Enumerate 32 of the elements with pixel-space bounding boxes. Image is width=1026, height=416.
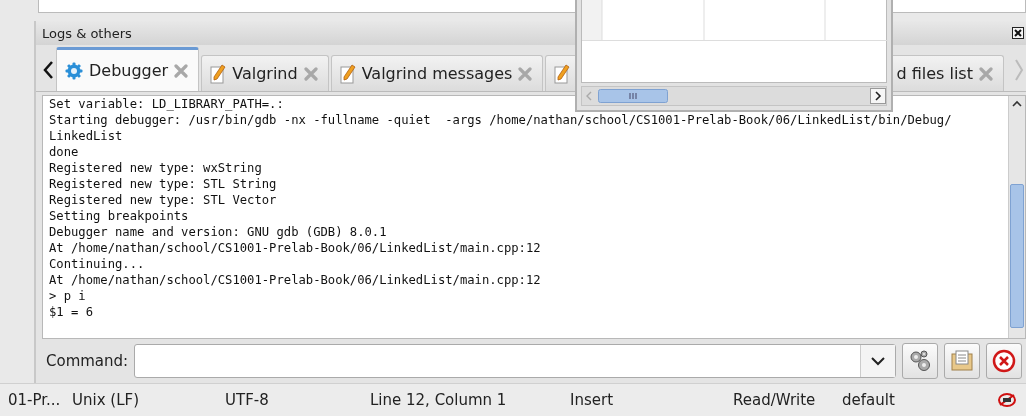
status-text: default — [842, 391, 895, 409]
command-label: Command: — [46, 352, 129, 370]
pencil-icon — [210, 63, 227, 84]
gear-icon — [65, 61, 83, 80]
scroll-right-icon[interactable] — [870, 88, 886, 104]
close-icon[interactable] — [1012, 27, 1024, 39]
status-text: Unix (LF) — [72, 391, 140, 409]
stop-icon — [992, 349, 1016, 373]
horizontal-scrollbar[interactable] — [581, 86, 887, 106]
tab[interactable]: Valgrind messages — [330, 55, 544, 91]
status-text: UTF-8 — [225, 391, 270, 409]
stop-button[interactable] — [986, 343, 1022, 379]
status-text: 01-Pr... — [8, 391, 62, 409]
status-text: Read/Write — [733, 391, 817, 409]
caret-icon[interactable] — [870, 356, 886, 366]
pencil-icon — [554, 63, 571, 84]
panel-title: Logs & others — [42, 25, 133, 41]
status-text: Line 12, Column 1 — [370, 391, 508, 409]
scrollbar-thumb[interactable] — [598, 89, 668, 103]
gears-icon — [908, 349, 932, 373]
command-field[interactable] — [134, 344, 896, 378]
log-window-button[interactable] — [944, 343, 980, 379]
vertical-scrollbar[interactable] — [1008, 96, 1025, 338]
spellcheck-icon[interactable] — [996, 392, 1018, 408]
pencil-icon — [339, 63, 356, 84]
scroll-left-icon[interactable] — [42, 60, 54, 80]
tab[interactable]: Debugger — [56, 47, 200, 91]
settings-button[interactable] — [902, 343, 938, 379]
tab[interactable]: Valgrind — [201, 55, 329, 91]
status-text: Insert — [570, 391, 615, 409]
debugger-log: Set variable: LD_LIBRARY_PATH=.: Starting debugger: /usr/bin/gdb -nx -fullname -quiet -args /home/nathan/school/CS1001-Prelab-Book/06/LinkedList/bin/Debug/ LinkedList done Registered new type: wxString Registered new type: STL String Registered new type: STL Vector Setting breakpoints Debugger name and version: GNU gdb (GDB) 8.0.1 At /home/nathan/school/CS1001-Prelab-Book/06/LinkedList/main.cpp:12 Continuing... At /home/nathan/school/CS1001-Prelab-Book/06/LinkedList/main.cpp:12 > p i $1 = 6 — [48, 96, 953, 321]
document-icon — [950, 349, 974, 373]
